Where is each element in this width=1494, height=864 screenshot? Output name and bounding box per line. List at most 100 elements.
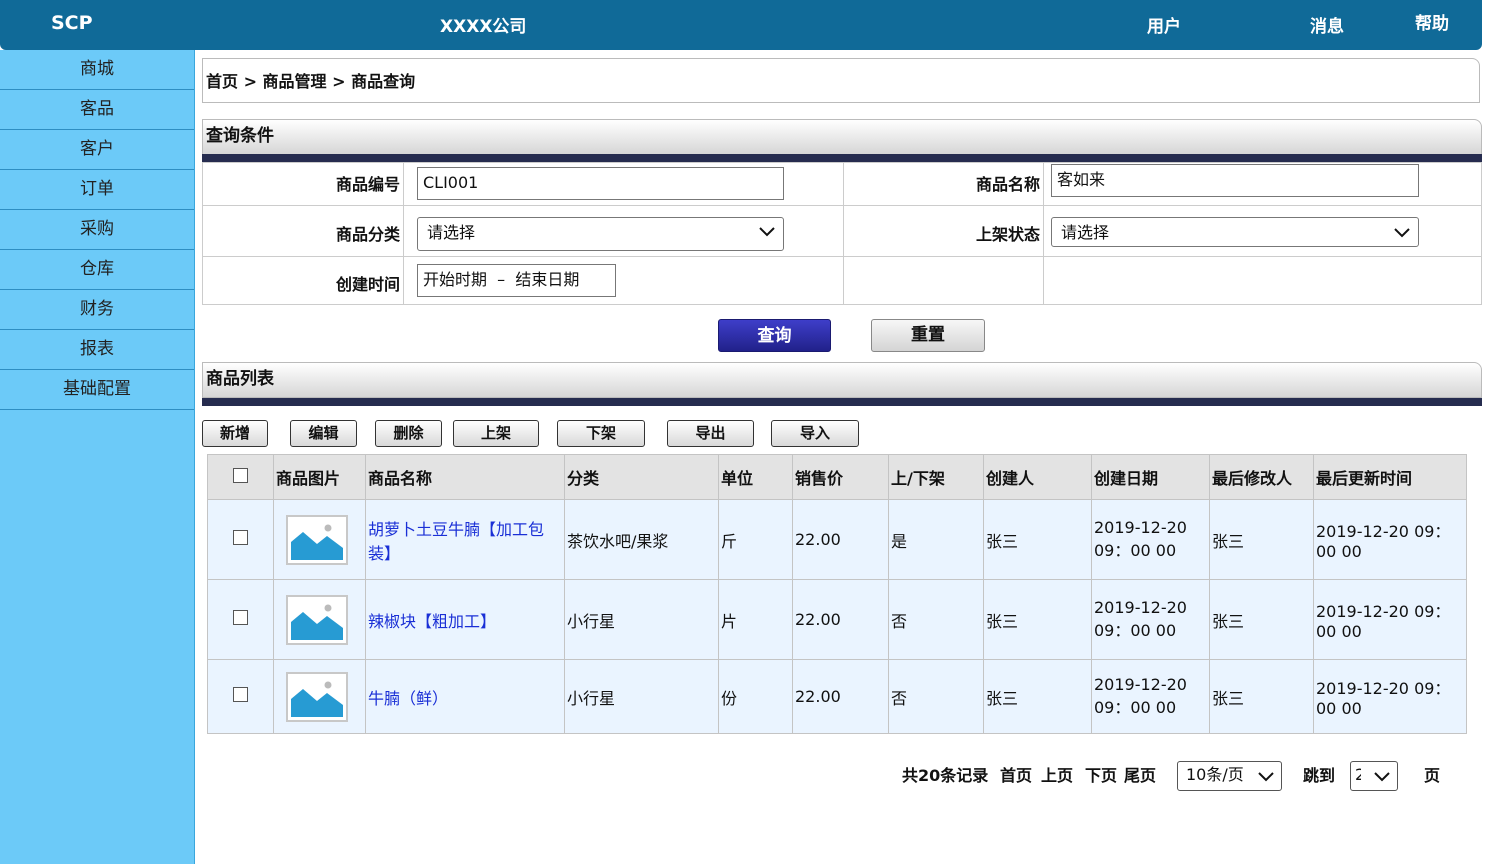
created-time-label: 创建时间 bbox=[336, 275, 401, 294]
listed-cell: 否 bbox=[888, 579, 984, 660]
query-section-bar bbox=[202, 154, 1482, 162]
jump-page-value: 2 bbox=[1355, 765, 1361, 784]
jump-label: 跳到 bbox=[1303, 766, 1336, 785]
image-placeholder-icon bbox=[286, 514, 348, 565]
messages-menu[interactable]: 消息 bbox=[1310, 12, 1344, 37]
table-row: 胡萝卜土豆牛腩【加工包装】 茶饮水吧/果浆 斤 22.00 是 张三 2019-… bbox=[207, 499, 1467, 580]
created-date-cell: 2019-12-20 09：00 00 bbox=[1091, 579, 1210, 660]
row-checkbox[interactable] bbox=[233, 530, 248, 545]
list-on-shelf-button[interactable]: 上架 bbox=[453, 420, 539, 447]
import-button[interactable]: 导入 bbox=[771, 420, 859, 447]
column-header: 上/下架 bbox=[888, 454, 984, 500]
product-code-input[interactable]: CLI001 bbox=[417, 167, 784, 200]
jump-page-select[interactable]: 2 bbox=[1350, 761, 1398, 791]
sidebar-item-products[interactable]: 客品 bbox=[0, 90, 194, 130]
column-header: 商品名称 bbox=[365, 454, 565, 500]
updated-time-cell: 2019-12-20 09：00 00 bbox=[1313, 659, 1467, 734]
product-code-label: 商品编号 bbox=[336, 175, 401, 194]
product-name-link[interactable]: 辣椒块【粗加工】 bbox=[368, 612, 496, 631]
sidebar-item-finance[interactable]: 财务 bbox=[0, 290, 194, 330]
product-name-link[interactable]: 牛腩（鲜） bbox=[368, 689, 448, 708]
sidebar-item-mall[interactable]: 商城 bbox=[0, 50, 194, 90]
price-cell: 22.00 bbox=[792, 499, 889, 580]
column-header: 分类 bbox=[564, 454, 719, 500]
column-header: 最后修改人 bbox=[1209, 454, 1314, 500]
unit-cell: 斤 bbox=[718, 499, 793, 580]
category-select[interactable]: 请选择 bbox=[417, 217, 784, 251]
listing-status-select-value: 请选择 bbox=[1061, 223, 1110, 242]
column-header: 单位 bbox=[718, 454, 793, 500]
reset-button[interactable]: 重置 bbox=[871, 319, 985, 352]
page-size-select[interactable]: 10条/页 bbox=[1177, 761, 1282, 791]
creator-cell: 张三 bbox=[983, 659, 1092, 734]
price-cell: 22.00 bbox=[792, 579, 889, 660]
sidebar-item-base-config[interactable]: 基础配置 bbox=[0, 370, 194, 410]
price-cell: 22.00 bbox=[792, 659, 889, 734]
add-button[interactable]: 新增 bbox=[202, 420, 268, 447]
updated-time-cell: 2019-12-20 09：00 00 bbox=[1313, 499, 1467, 580]
select-all-checkbox[interactable] bbox=[233, 467, 248, 483]
total-records: 共20条记录 bbox=[902, 766, 989, 785]
query-form: 商品编号 CLI001 商品名称 客如来 商品分类 请选择 上架状态 请选择 创… bbox=[202, 162, 1482, 305]
edit-button[interactable]: 编辑 bbox=[290, 420, 357, 447]
column-header: 最后更新时间 bbox=[1313, 454, 1467, 500]
product-table: 商品图片 商品名称 分类 单位 销售价 上/下架 创建人 创建日期 最后修改人 … bbox=[207, 454, 1467, 734]
column-header: 创建日期 bbox=[1091, 454, 1210, 500]
delete-button[interactable]: 删除 bbox=[375, 420, 442, 447]
chevron-down-icon bbox=[1258, 772, 1274, 782]
product-name-link[interactable]: 胡萝卜土豆牛腩【加工包装】 bbox=[368, 520, 544, 563]
sidebar-item-orders[interactable]: 订单 bbox=[0, 170, 194, 210]
help-menu[interactable]: 帮助 bbox=[1415, 9, 1449, 34]
take-off-shelf-button[interactable]: 下架 bbox=[557, 420, 645, 447]
row-checkbox[interactable] bbox=[233, 687, 248, 702]
unit-cell: 份 bbox=[718, 659, 793, 734]
product-name-input[interactable]: 客如来 bbox=[1051, 164, 1419, 197]
creator-cell: 张三 bbox=[983, 499, 1092, 580]
first-page-link[interactable]: 首页 bbox=[1000, 762, 1032, 786]
column-header: 创建人 bbox=[983, 454, 1092, 500]
date-range-input[interactable]: 开始时期 – 结束日期 bbox=[417, 264, 616, 297]
query-section-title: 查询条件 bbox=[202, 119, 1482, 155]
created-date-cell: 2019-12-20 09：00 00 bbox=[1091, 499, 1210, 580]
sidebar-item-reports[interactable]: 报表 bbox=[0, 330, 194, 370]
prev-page-link[interactable]: 上页 bbox=[1041, 762, 1073, 786]
last-page-link[interactable]: 尾页 bbox=[1124, 762, 1156, 786]
table-row: 牛腩（鲜） 小行星 份 22.00 否 张三 2019-12-20 09：00 … bbox=[207, 659, 1467, 734]
list-section-title: 商品列表 bbox=[202, 362, 1482, 398]
image-placeholder-icon bbox=[286, 671, 348, 722]
user-menu[interactable]: 用户 bbox=[1147, 12, 1181, 37]
breadcrumb: 首页 > 商品管理 > 商品查询 bbox=[202, 58, 1480, 103]
category-cell: 小行星 bbox=[564, 659, 719, 734]
modifier-cell: 张三 bbox=[1209, 499, 1314, 580]
table-row: 辣椒块【粗加工】 小行星 片 22.00 否 张三 2019-12-20 09：… bbox=[207, 579, 1467, 660]
modifier-cell: 张三 bbox=[1209, 659, 1314, 734]
chevron-down-icon bbox=[1394, 228, 1410, 238]
top-bar: SCP XXXX公司 用户 消息 帮助 bbox=[0, 0, 1482, 50]
modifier-cell: 张三 bbox=[1209, 579, 1314, 660]
row-checkbox[interactable] bbox=[233, 610, 248, 625]
page-suffix: 页 bbox=[1424, 766, 1441, 785]
created-date-cell: 2019-12-20 09：00 00 bbox=[1091, 659, 1210, 734]
sidebar-item-warehouse[interactable]: 仓库 bbox=[0, 250, 194, 290]
column-header: 商品图片 bbox=[273, 454, 366, 500]
search-button[interactable]: 查询 bbox=[718, 319, 831, 352]
table-header-row: 商品图片 商品名称 分类 单位 销售价 上/下架 创建人 创建日期 最后修改人 … bbox=[207, 454, 1467, 500]
sidebar-item-purchasing[interactable]: 采购 bbox=[0, 210, 194, 250]
category-cell: 茶饮水吧/果浆 bbox=[564, 499, 719, 580]
sidebar: 商城 客品 客户 订单 采购 仓库 财务 报表 基础配置 bbox=[0, 50, 195, 864]
category-label: 商品分类 bbox=[336, 225, 401, 244]
list-section-bar bbox=[202, 398, 1482, 406]
chevron-down-icon bbox=[1374, 772, 1390, 782]
next-page-link[interactable]: 下页 bbox=[1085, 762, 1117, 786]
category-select-value: 请选择 bbox=[427, 223, 476, 242]
image-placeholder-icon bbox=[286, 594, 348, 645]
unit-cell: 片 bbox=[718, 579, 793, 660]
export-button[interactable]: 导出 bbox=[667, 420, 754, 447]
company-name: XXXX公司 bbox=[440, 17, 527, 37]
listed-cell: 是 bbox=[888, 499, 984, 580]
sidebar-item-customers[interactable]: 客户 bbox=[0, 130, 194, 170]
category-cell: 小行星 bbox=[564, 579, 719, 660]
page-size-value: 10条/页 bbox=[1186, 765, 1244, 784]
listed-cell: 否 bbox=[888, 659, 984, 734]
listing-status-select[interactable]: 请选择 bbox=[1051, 217, 1419, 247]
